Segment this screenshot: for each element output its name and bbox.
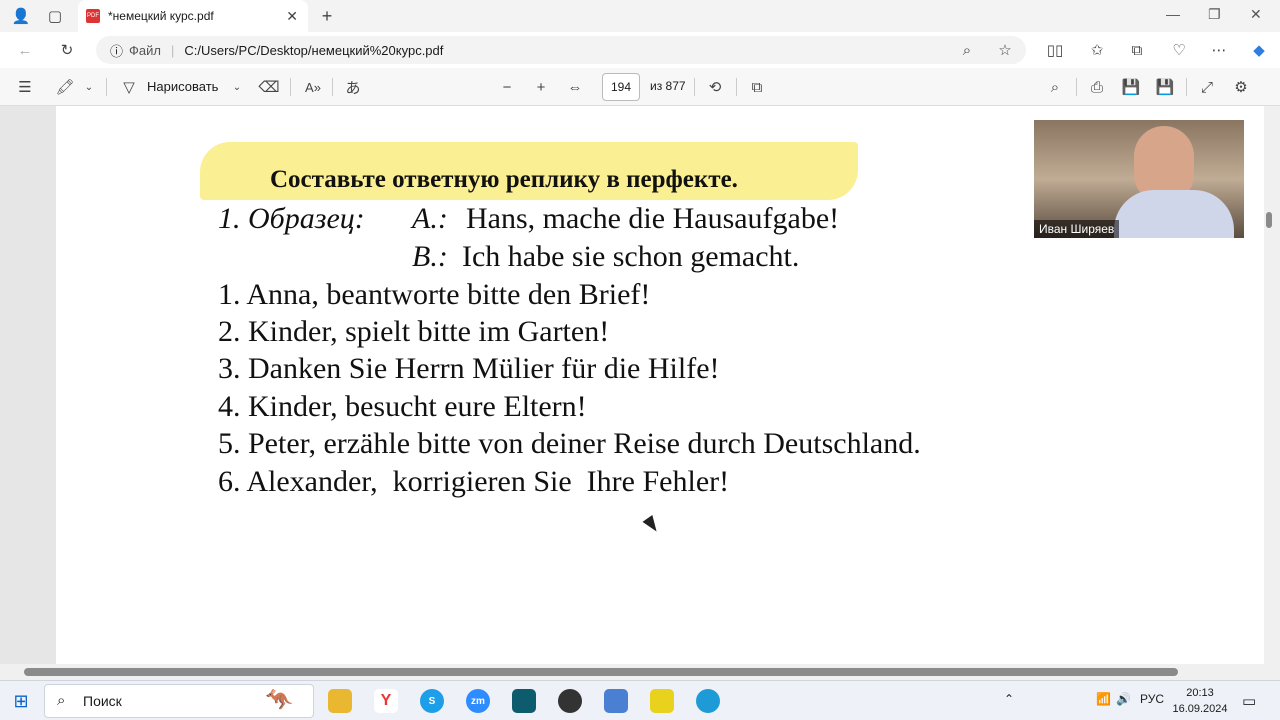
participant-name: Иван Ширяев	[1034, 220, 1120, 238]
app-icon[interactable]	[512, 689, 536, 713]
list-item: 1. Anna, beantworte bitte den Brief!	[218, 278, 651, 311]
vertical-scroll-thumb[interactable]	[1266, 212, 1272, 228]
example-label: 1. Образец:	[218, 202, 365, 235]
more-icon[interactable]: ⋯	[1208, 39, 1230, 61]
eraser-icon[interactable]: ⌫	[258, 76, 280, 98]
list-item: 3. Danken Sie Herrn Mülier für die Hilfe…	[218, 352, 720, 385]
list-item: 6. Alexander, korrigieren Sie Ihre Fehle…	[218, 465, 730, 498]
example-a-label: А.:	[412, 202, 448, 235]
list-item: 5. Peter, erzähle bitte von deiner Reise…	[218, 427, 921, 460]
minimize-button[interactable]: —	[1166, 6, 1180, 22]
info-icon[interactable]: ⓘ	[110, 41, 123, 60]
zoom-app-icon[interactable]: zm	[466, 689, 490, 713]
tabs-icon[interactable]: ▢	[44, 5, 66, 27]
read-aloud-icon[interactable]: A»	[302, 76, 324, 98]
tab-pdf[interactable]: PDF *немецкий курс.pdf ✕	[78, 0, 308, 32]
chevron-down-icon[interactable]: ⌄	[78, 76, 100, 98]
example-b-text: Ich habe sie schon gemacht.	[462, 240, 800, 273]
split-screen-icon[interactable]: ▯▯	[1044, 39, 1066, 61]
page-total: из 877	[650, 79, 686, 93]
file-explorer-icon[interactable]	[328, 689, 352, 713]
rotate-icon[interactable]: ⟲	[704, 76, 726, 98]
zoom-icon[interactable]: ⌕	[956, 39, 978, 61]
close-icon[interactable]: ✕	[286, 8, 298, 25]
chevron-down-icon[interactable]: ⌄	[226, 76, 248, 98]
maximize-button[interactable]: ❐	[1208, 6, 1221, 23]
player-icon[interactable]	[650, 689, 674, 713]
draw-label[interactable]: Нарисовать	[147, 79, 218, 94]
edge-browser-icon[interactable]	[696, 689, 720, 713]
print-icon[interactable]: ⎙	[1086, 76, 1108, 98]
list-item: 4. Kinder, besucht eure Eltern!	[218, 390, 587, 423]
pdf-file-icon: PDF	[86, 9, 100, 23]
tab-title: *немецкий курс.pdf	[108, 9, 214, 23]
participant-face	[1134, 126, 1194, 200]
horizontal-scroll-thumb[interactable]	[24, 668, 1178, 676]
page-number-input[interactable]: 194	[602, 73, 640, 101]
refresh-icon[interactable]: ↻	[56, 39, 78, 61]
favorite-star-icon[interactable]: ☆	[994, 39, 1016, 61]
search-decoration-icon: 🦘	[265, 687, 293, 712]
obs-icon[interactable]	[558, 689, 582, 713]
url-field[interactable]: ⓘ Файл | C:/Users/PC/Desktop/немецкий%20…	[96, 36, 1026, 64]
zoom-out-icon[interactable]: −	[496, 76, 518, 98]
contents-icon[interactable]: ☰	[14, 76, 36, 98]
address-bar: ← ↻ ⓘ Файл | C:/Users/PC/Desktop/немецки…	[0, 32, 1280, 68]
health-icon[interactable]: ♡	[1168, 39, 1190, 61]
favorites-icon[interactable]: ✩	[1086, 39, 1108, 61]
phone-link-icon[interactable]	[604, 689, 628, 713]
window-close-button[interactable]: ✕	[1250, 6, 1262, 23]
zoom-in-icon[interactable]: +	[530, 76, 552, 98]
translate-icon[interactable]: あ	[342, 76, 364, 98]
example-b-label: В.:	[412, 240, 448, 273]
back-icon[interactable]: ←	[14, 39, 36, 61]
exercise-title: Составьте ответную реплику в перфекте.	[270, 166, 738, 193]
file-label: Файл	[129, 42, 161, 58]
list-item: 2. Kinder, spielt bitte im Garten!	[218, 315, 610, 348]
search-label: Поиск	[83, 693, 122, 709]
save-as-icon[interactable]: 💾	[1154, 76, 1176, 98]
search-icon: ⌕	[57, 692, 66, 709]
video-call-tile[interactable]: Иван Ширяев	[1034, 120, 1244, 238]
participant-shirt	[1114, 190, 1234, 238]
clock-time: 20:13	[1186, 687, 1214, 699]
windows-start-icon[interactable]: ⊞	[10, 690, 32, 712]
tab-bar: 👤 ▢ PDF *немецкий курс.pdf ✕ + — ❐ ✕	[0, 0, 1280, 32]
vertical-scrollbar[interactable]	[1264, 106, 1280, 664]
save-icon[interactable]: 💾	[1120, 76, 1142, 98]
notification-icon[interactable]: ▭	[1242, 692, 1256, 710]
pdf-toolbar: ☰ 🖍 ⌄ ▽ Нарисовать ⌄ ⌫ A» あ − + ⇔ 194 из…	[0, 68, 1280, 106]
language-indicator[interactable]: РУС	[1140, 692, 1164, 706]
new-tab-icon[interactable]: +	[316, 5, 338, 27]
network-icon[interactable]: 📶	[1096, 692, 1111, 706]
taskbar-search[interactable]: ⌕ Поиск 🦘	[44, 684, 314, 718]
yandex-browser-icon[interactable]: Y	[374, 689, 398, 713]
highlight-icon[interactable]: 🖍	[54, 76, 76, 98]
collections-icon[interactable]: ⧉	[1126, 39, 1148, 61]
example-a-text: Hans, mache die Hausaufgabe!	[466, 202, 840, 235]
search-icon[interactable]: ⌕	[1044, 76, 1066, 98]
draw-icon[interactable]: ▽	[118, 76, 140, 98]
url-text: C:/Users/PC/Desktop/немецкий%20курс.pdf	[184, 42, 444, 58]
clock-date: 16.09.2024	[1172, 703, 1228, 715]
skype-icon[interactable]: S	[420, 689, 444, 713]
copilot-icon[interactable]: ◆	[1248, 39, 1270, 61]
fit-page-icon[interactable]: ⇔	[564, 76, 586, 98]
profile-icon[interactable]: 👤	[10, 5, 32, 27]
tray-chevron-icon[interactable]: ⌃	[1004, 692, 1014, 706]
settings-icon[interactable]: ⚙	[1230, 76, 1252, 98]
page-view-icon[interactable]: ⧉	[746, 76, 768, 98]
expand-icon[interactable]: ⤢	[1196, 76, 1218, 98]
clock[interactable]: 20:13 16.09.2024	[1172, 685, 1228, 717]
taskbar: ⊞ ⌕ Поиск 🦘 Y S zm ⌃ 📶 🔊 РУС 20:13 16.09…	[0, 680, 1280, 720]
volume-icon[interactable]: 🔊	[1116, 692, 1131, 706]
